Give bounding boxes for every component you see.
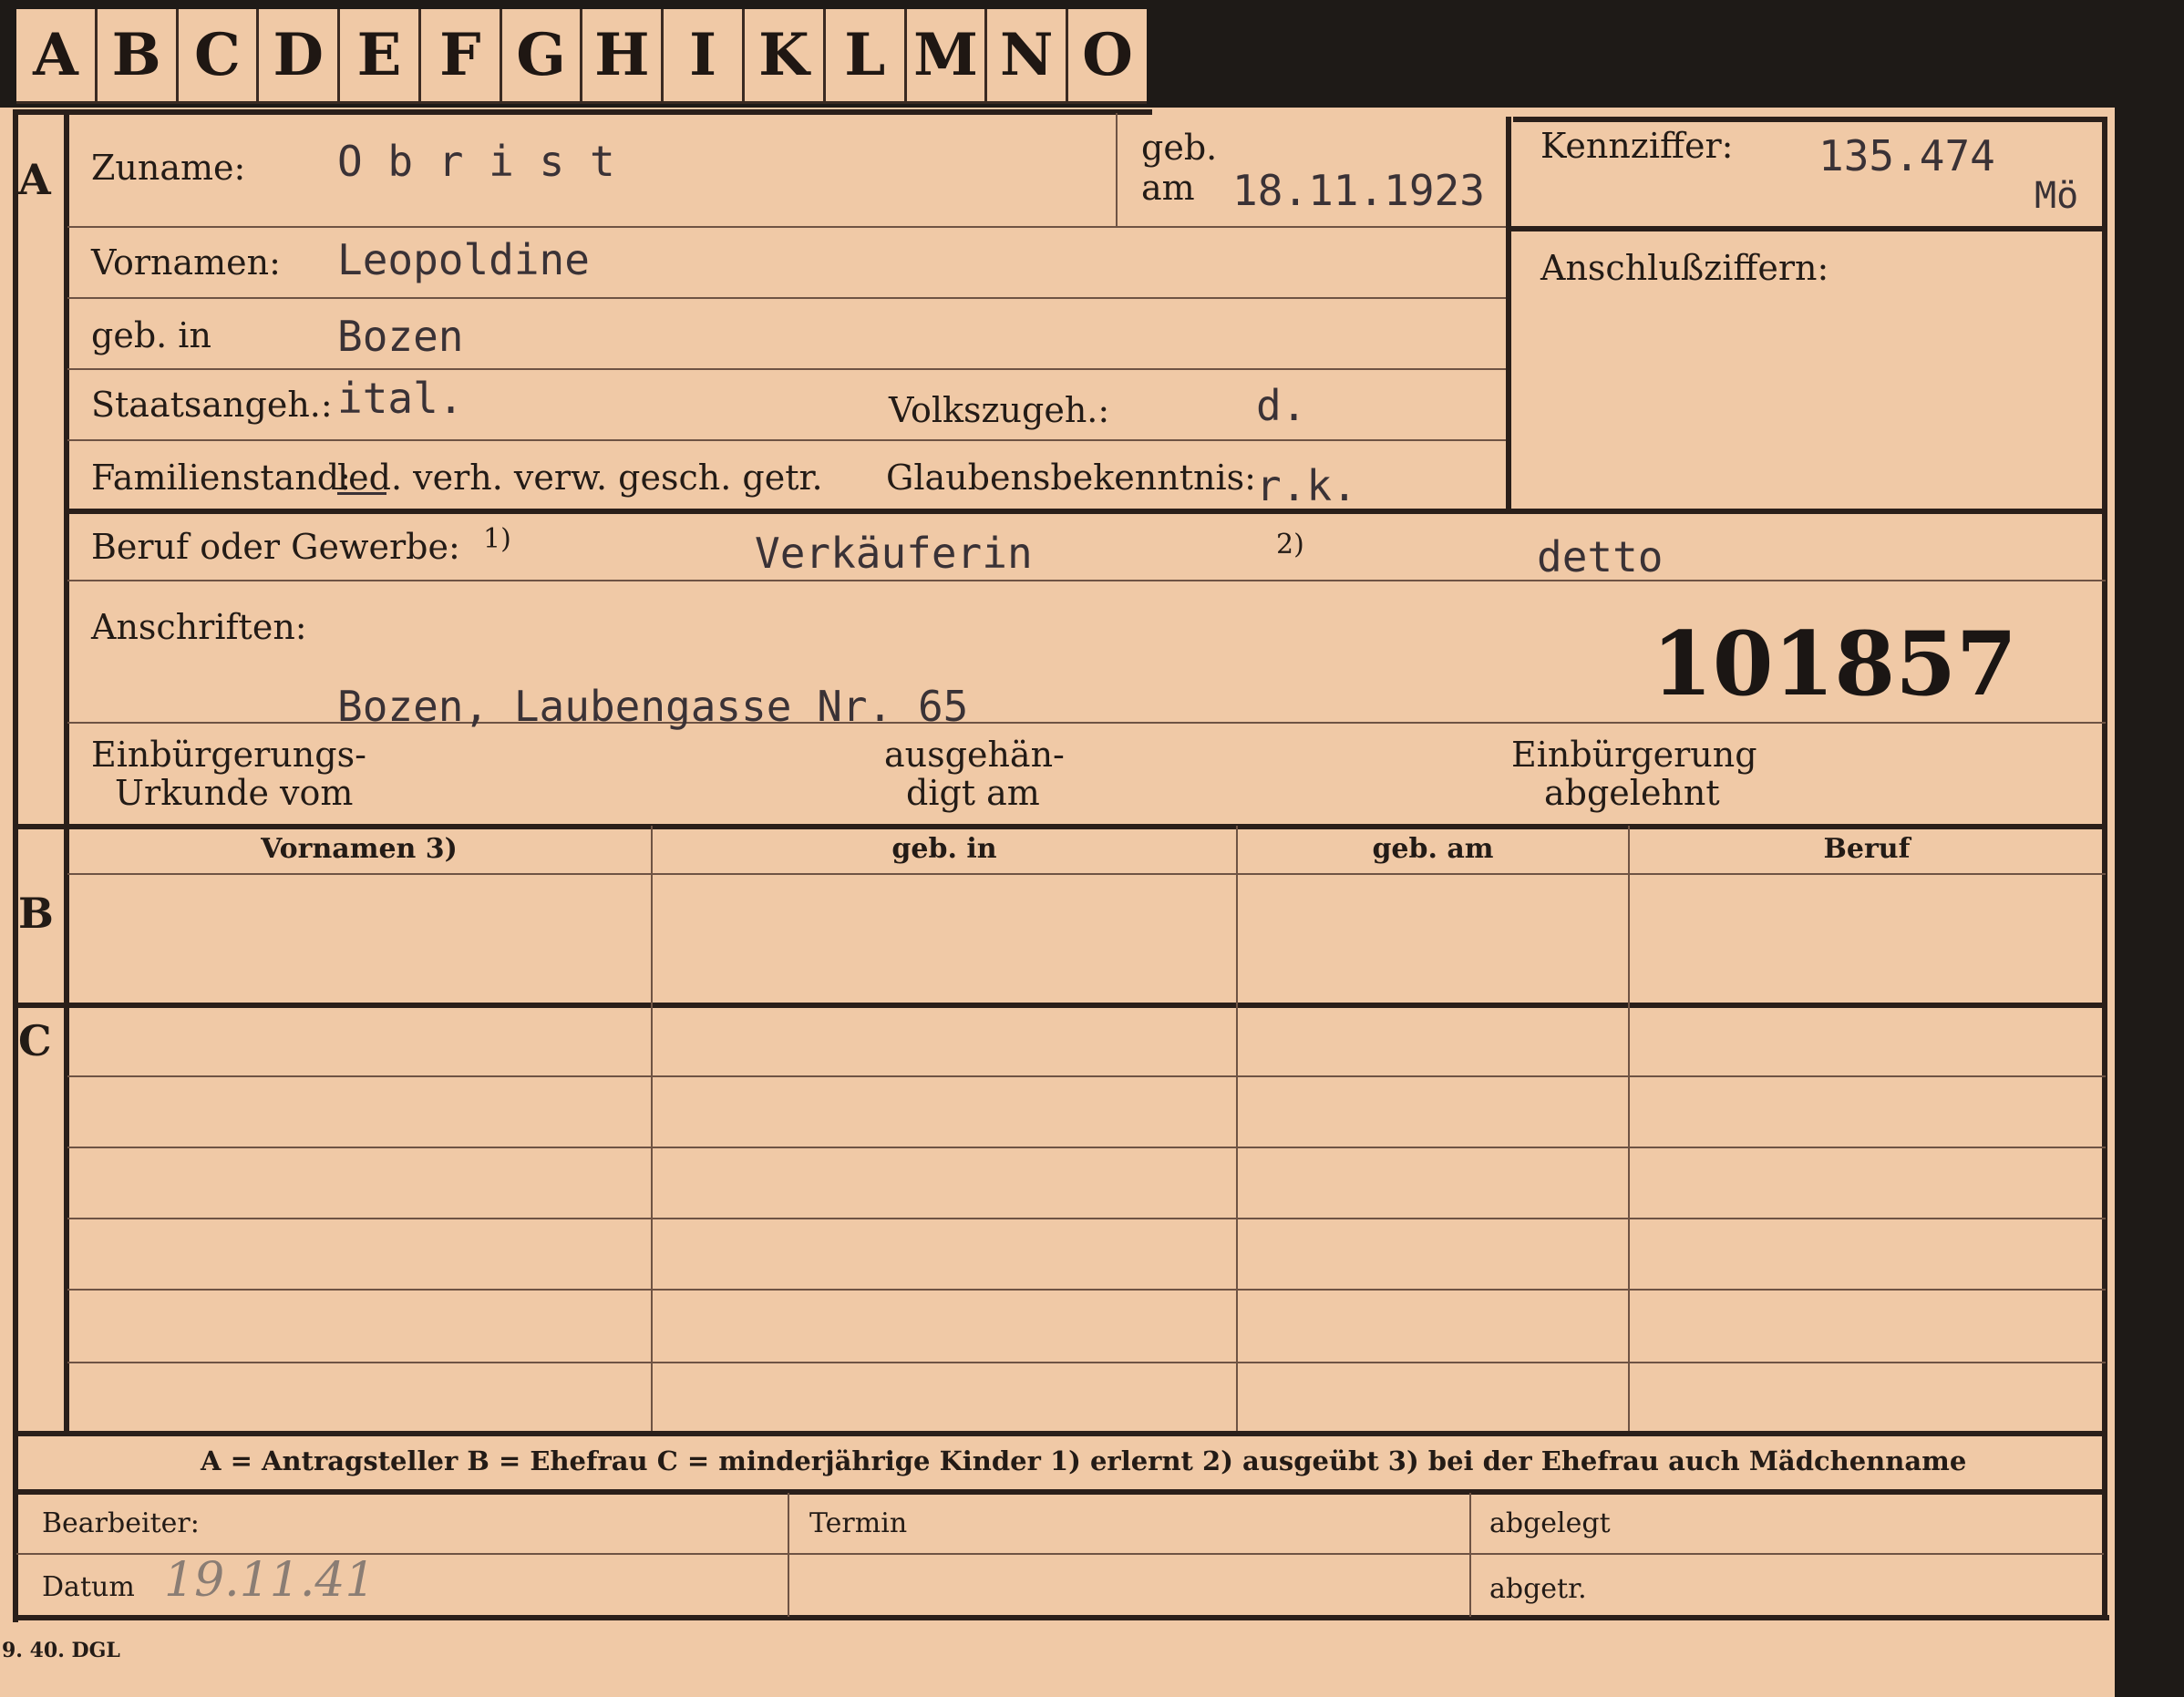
table-header-geb-in: geb. in bbox=[891, 833, 997, 865]
einbuergerungs-urkunde-label-2: Urkunde vom bbox=[115, 773, 354, 813]
table-header-beruf: Beruf bbox=[1823, 833, 1911, 865]
volkszugehoerigkeit-value: d. bbox=[1256, 381, 1307, 430]
familienstand-options: led. verh. verw. gesch. getr. bbox=[337, 458, 823, 498]
geb-divider bbox=[1116, 113, 1118, 226]
einbuergerung-abgelehnt-label-1: Einbürgerung bbox=[1511, 735, 1757, 775]
row-line bbox=[67, 297, 1508, 299]
tab-l[interactable]: L bbox=[825, 9, 907, 104]
kennziffer-label: Kennziffer: bbox=[1540, 126, 1734, 166]
vornamen-value: Leopoldine bbox=[337, 235, 590, 284]
anschriften-label: Anschriften: bbox=[91, 607, 307, 647]
kennziffer-box-line bbox=[1509, 226, 2106, 231]
section-a-label: A bbox=[18, 155, 51, 204]
tab-n[interactable]: N bbox=[987, 9, 1069, 104]
row-line bbox=[67, 226, 1508, 228]
tab-m[interactable]: M bbox=[906, 9, 988, 104]
tab-f[interactable]: F bbox=[420, 9, 502, 104]
table-row-line bbox=[67, 1218, 2106, 1219]
top-border-right bbox=[1513, 117, 2107, 122]
table-header-line bbox=[67, 873, 2106, 875]
tab-e[interactable]: E bbox=[340, 9, 421, 104]
tab-c[interactable]: C bbox=[178, 9, 260, 104]
beruf-note-1: 1) bbox=[483, 523, 511, 555]
beruf-label: Beruf oder Gewerbe: bbox=[91, 527, 460, 567]
table-col-line bbox=[1236, 826, 1238, 1431]
table-row-line bbox=[67, 1362, 2106, 1363]
left-border bbox=[13, 109, 18, 1622]
table-header-geb-am: geb. am bbox=[1372, 833, 1494, 865]
glaubensbekenntnis-label: Glaubensbekenntnis: bbox=[886, 458, 1256, 498]
tab-i[interactable]: I bbox=[664, 9, 746, 104]
ausgehaendigt-label-2: digt am bbox=[906, 773, 1040, 813]
tab-k[interactable]: K bbox=[745, 9, 826, 104]
beruf-note-2: 2) bbox=[1276, 529, 1304, 561]
printer-mark: 9. 40. DGL bbox=[2, 1639, 120, 1662]
kennziffer-box-divider bbox=[1506, 117, 1511, 510]
tab-h[interactable]: H bbox=[582, 9, 664, 104]
familienstand-mark bbox=[337, 492, 386, 495]
tab-d[interactable]: D bbox=[259, 9, 341, 104]
beruf-ausgeuebt-value: detto bbox=[1537, 532, 1664, 581]
section-b-label: B bbox=[18, 889, 54, 938]
section-b-top-line bbox=[13, 824, 2106, 829]
zuname-label: Zuname: bbox=[91, 148, 246, 188]
geb-in-label: geb. in bbox=[91, 315, 211, 355]
table-row-line bbox=[67, 1075, 2106, 1077]
familienstand-label: Familienstand: bbox=[91, 458, 351, 498]
anschrift-value: Bozen, Laubengasse Nr. 65 bbox=[337, 682, 969, 731]
kennziffer-suffix: Mö bbox=[2035, 175, 2079, 217]
geb-am-value: 18.11.1923 bbox=[1232, 166, 1485, 215]
legend-bottom-line bbox=[13, 1489, 2106, 1495]
anschluss-label: Anschlußziffern: bbox=[1540, 248, 1829, 288]
footer-col-line bbox=[788, 1493, 789, 1617]
legend: A = Antragsteller B = Ehefrau C = minder… bbox=[201, 1445, 1967, 1476]
table-col-line bbox=[651, 826, 653, 1431]
kennziffer-value: 135.474 bbox=[1818, 131, 1995, 180]
stamp-number: 101857 bbox=[1652, 612, 2017, 715]
alphabet-tab-bar: ABCDEFGHIKLMNO bbox=[16, 9, 1147, 104]
footer-col-line bbox=[1469, 1493, 1471, 1617]
datum-value: 19.11.41 bbox=[164, 1553, 376, 1608]
top-border bbox=[13, 109, 1152, 115]
glaubensbekenntnis-value: r.k. bbox=[1256, 461, 1357, 510]
einbuergerungs-urkunde-label-1: Einbürgerungs- bbox=[91, 735, 366, 775]
tab-g[interactable]: G bbox=[501, 9, 583, 104]
table-header-vornamen: Vornamen 3) bbox=[261, 833, 458, 865]
zuname-value: O b r i s t bbox=[337, 137, 615, 186]
termin-label: Termin bbox=[809, 1507, 908, 1539]
geb-label: geb. bbox=[1141, 128, 1218, 168]
vornamen-label: Vornamen: bbox=[91, 242, 281, 283]
right-border bbox=[2102, 117, 2107, 1620]
staatsangehoerigkeit-value: ital. bbox=[337, 374, 464, 423]
table-row-line bbox=[67, 1289, 2106, 1291]
tab-o[interactable]: O bbox=[1068, 9, 1147, 104]
section-c-label: C bbox=[18, 1016, 52, 1065]
table-col-line bbox=[1628, 826, 1630, 1431]
row-line bbox=[67, 368, 1508, 370]
einbuergerung-abgelehnt-label-2: abgelehnt bbox=[1544, 773, 1720, 813]
bearbeiter-label: Bearbeiter: bbox=[42, 1507, 200, 1539]
row-line bbox=[67, 439, 1508, 441]
geb-in-value: Bozen bbox=[337, 312, 464, 361]
abgetr-label: abgetr. bbox=[1489, 1573, 1587, 1605]
table-row-line bbox=[67, 1147, 2106, 1148]
row-line bbox=[67, 580, 2106, 581]
section-c-top-line bbox=[13, 1003, 2106, 1008]
tab-b[interactable]: B bbox=[97, 9, 179, 104]
am-label: am bbox=[1141, 168, 1195, 208]
row-line bbox=[67, 509, 2106, 514]
abgelegt-label: abgelegt bbox=[1489, 1507, 1611, 1539]
beruf-erlernt-value: Verkäuferin bbox=[755, 529, 1033, 578]
table-bottom-line bbox=[13, 1431, 2106, 1436]
staatsangehoerigkeit-label: Staatsangeh.: bbox=[91, 385, 333, 425]
datum-label: Datum bbox=[42, 1571, 135, 1603]
ausgehaendigt-label-1: ausgehän- bbox=[884, 735, 1065, 775]
section-divider-vertical bbox=[64, 109, 69, 1435]
volkszugehoerigkeit-label: Volkszugeh.: bbox=[889, 390, 1110, 430]
tab-a[interactable]: A bbox=[16, 9, 98, 104]
footer-bottom-line bbox=[13, 1615, 2109, 1620]
